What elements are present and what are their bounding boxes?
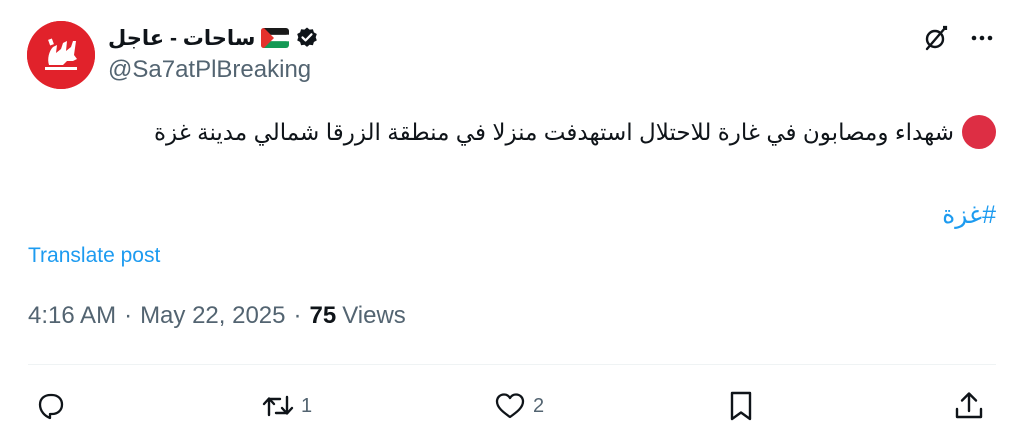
share-icon xyxy=(955,392,983,419)
views-label: Views xyxy=(342,302,406,329)
palestine-flag-icon xyxy=(261,28,290,48)
verified-badge-icon xyxy=(297,27,318,47)
like-count: 2 xyxy=(533,394,545,417)
reply-icon xyxy=(38,393,64,420)
avatar[interactable] xyxy=(27,21,95,89)
meta-separator: · xyxy=(293,302,302,329)
post-meta: 4:16 AM · May 22, 2025 · 75 Views xyxy=(28,302,406,330)
share-button[interactable] xyxy=(952,386,986,426)
red-circle-icon xyxy=(962,115,996,149)
views-count: 75 xyxy=(309,302,337,329)
display-name[interactable]: ساحات - عاجل xyxy=(108,26,255,51)
hashtag-link[interactable]: #غزة xyxy=(942,200,996,230)
repost-icon xyxy=(262,395,294,417)
author-handle[interactable]: @Sa7atPlBreaking xyxy=(108,56,311,84)
author-name-row[interactable]: ساحات - عاجل xyxy=(108,22,319,54)
like-button[interactable]: 2 xyxy=(493,386,544,426)
more-options-icon[interactable] xyxy=(968,24,996,52)
reply-button[interactable] xyxy=(34,386,74,426)
bookmark-icon xyxy=(730,391,752,421)
bookmark-button[interactable] xyxy=(724,386,758,426)
post-text: شهداء ومصابون في غارة للاحتلال استهدفت م… xyxy=(154,115,996,149)
post-card: ساحات - عاجل @Sa7atPlBreaking شهداء ومصا… xyxy=(0,0,1024,447)
heart-icon xyxy=(495,393,525,419)
post-date[interactable]: May 22, 2025 xyxy=(140,302,285,330)
repost-count: 1 xyxy=(301,394,313,417)
repost-button[interactable]: 1 xyxy=(261,386,312,426)
grok-icon[interactable] xyxy=(922,24,950,52)
post-text-body: شهداء ومصابون في غارة للاحتلال استهدفت م… xyxy=(153,118,954,145)
post-time[interactable]: 4:16 AM xyxy=(28,302,116,330)
divider xyxy=(28,364,996,365)
translate-post-link[interactable]: Translate post xyxy=(28,244,160,268)
avatar-logo-icon xyxy=(27,21,95,89)
meta-separator: · xyxy=(124,302,133,329)
